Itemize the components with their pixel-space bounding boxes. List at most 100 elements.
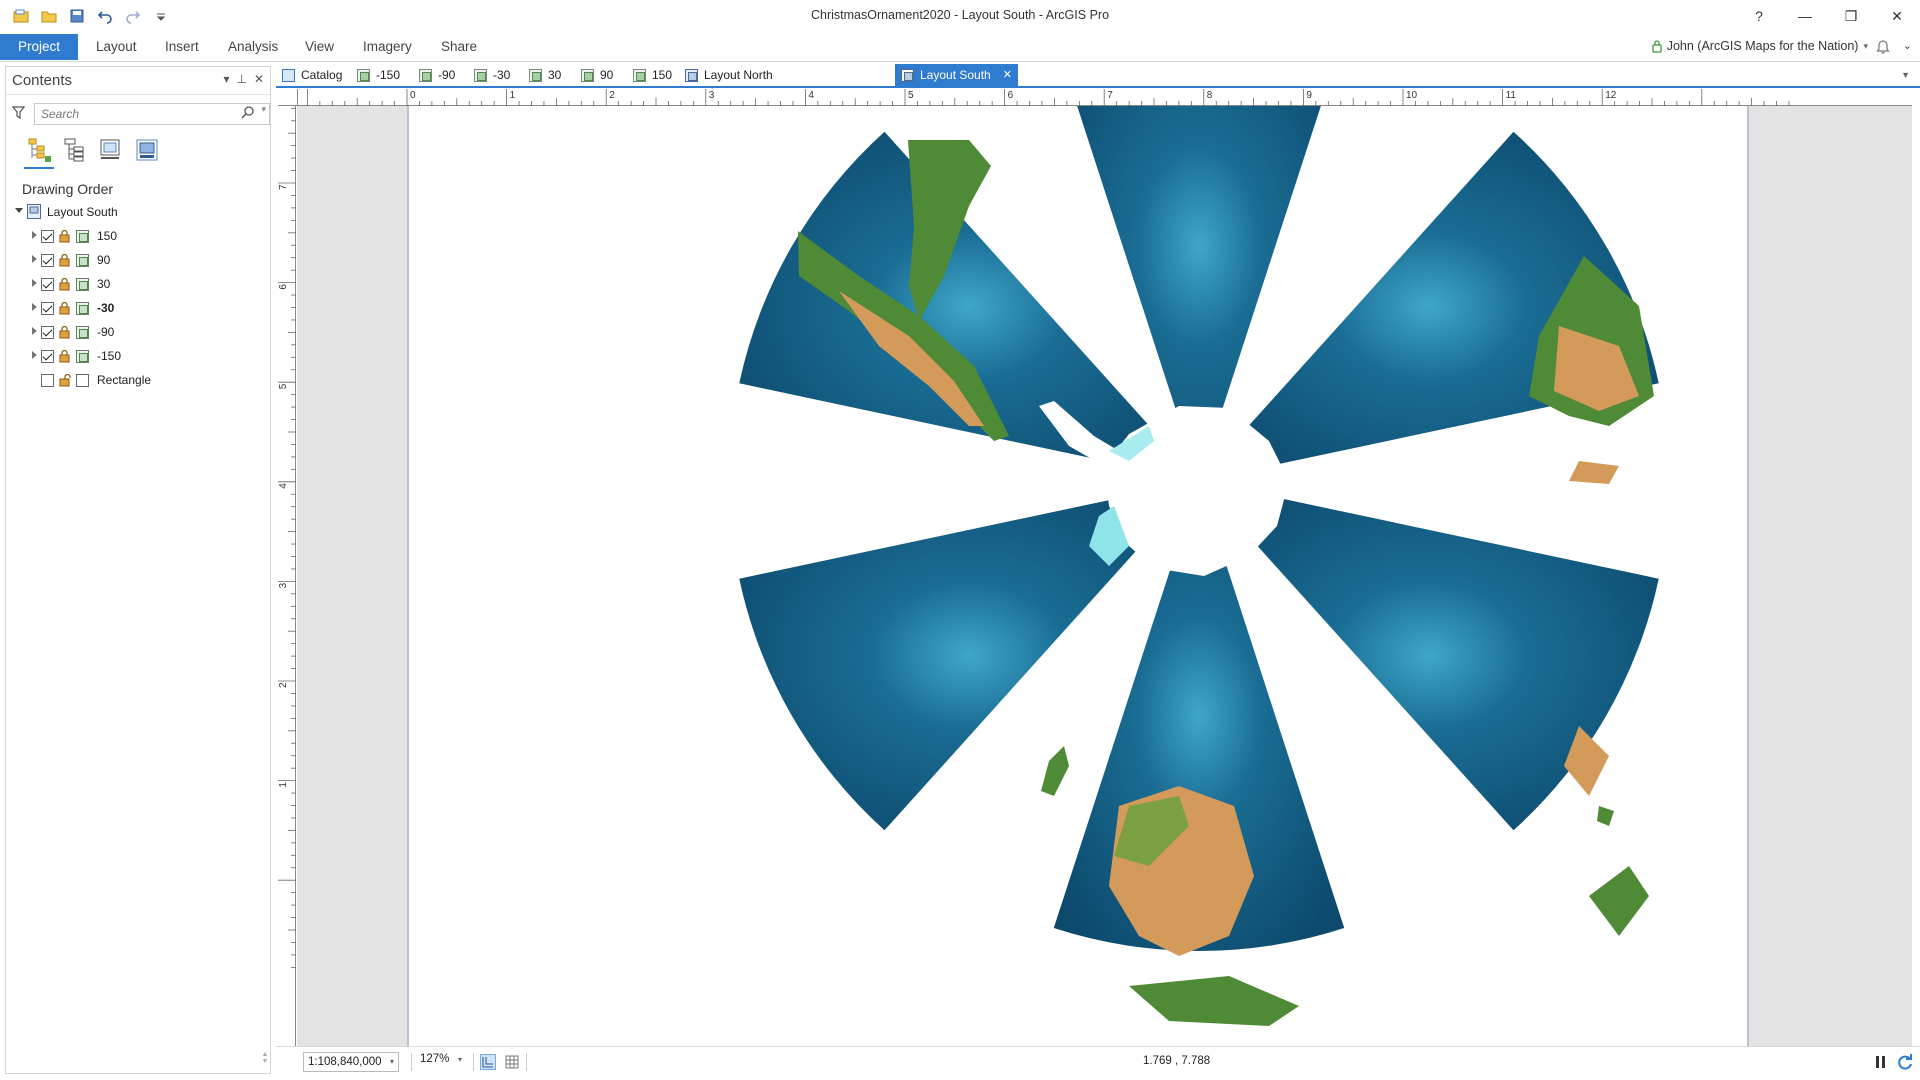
ribbon-collapse-icon[interactable]: ⌄ [1903,39,1912,52]
status-separator [473,1053,474,1071]
tabs-underline [276,86,1920,88]
scale-selector[interactable]: 1:108,840,000 ▾ [303,1052,399,1072]
layout-canvas[interactable] [297,106,1912,1046]
ruler-label: 3 [709,90,715,101]
tree-root-layout-south[interactable]: Layout South [6,199,270,225]
tree-item-minus-150[interactable]: -150 [6,345,270,369]
list-by-hierarchy-icon[interactable] [62,137,88,163]
expand-arrow-icon[interactable] [32,327,37,335]
expand-arrow-icon[interactable] [32,231,37,239]
visibility-checkbox[interactable] [41,230,54,243]
tab-layout-south[interactable]: Layout South ✕ [895,64,1018,86]
indonesia-land [1129,976,1299,1026]
ruler-label: 11 [1506,90,1517,101]
lock-icon[interactable] [59,229,70,243]
tab-map-minus-150[interactable]: -150 [351,64,406,86]
view-tabs: Catalog -150 -90 -30 30 90 150 Layout No… [276,64,1920,86]
search-input[interactable]: Search [34,103,270,125]
visibility-checkbox[interactable] [41,302,54,315]
ruler-label: 7 [278,184,289,190]
map-frame-icon [76,350,89,363]
tab-view[interactable]: View [295,34,344,60]
ruler-label: 0 [410,90,416,101]
tree-item-150[interactable]: 150 [6,225,270,249]
minimize-button[interactable]: — [1782,0,1828,32]
tree-item-label: 90 [97,253,111,267]
signed-in-icon [1652,40,1662,53]
tree-item-30[interactable]: 30 [6,273,270,297]
tree-item-90[interactable]: 90 [6,249,270,273]
tab-analysis[interactable]: Analysis [218,34,288,60]
visibility-checkbox[interactable] [41,374,54,387]
lock-icon[interactable] [59,349,70,363]
tree-item-rectangle[interactable]: Rectangle [6,369,270,393]
tab-label: Layout South [920,68,991,82]
tab-map-minus-90[interactable]: -90 [413,64,461,86]
expand-arrow-icon[interactable] [32,279,37,287]
vertical-ruler[interactable]: 7 6 5 4 3 2 1 [278,106,296,1046]
tab-map-30[interactable]: 30 [523,64,567,86]
expand-arrow-icon[interactable] [32,303,37,311]
tab-map-150[interactable]: 150 [627,64,678,86]
pin-icon[interactable]: ⊥ [236,72,246,86]
pane-menu-icon[interactable]: ▾ [223,72,229,86]
ruler-label: 4 [278,483,289,489]
tab-insert[interactable]: Insert [155,34,209,60]
expand-arrow-icon[interactable] [32,255,37,263]
visibility-checkbox[interactable] [41,326,54,339]
close-tab-icon[interactable]: ✕ [1003,64,1012,86]
list-by-drawing-order-icon[interactable] [24,137,54,169]
collapse-arrow-icon[interactable] [15,208,23,213]
pane-resize-grip-icon[interactable]: ▲ ▼ [260,1051,270,1073]
tree-item-minus-90[interactable]: -90 [6,321,270,345]
pause-drawing-icon[interactable] [1874,1055,1888,1074]
lock-icon[interactable] [59,325,70,339]
tab-project[interactable]: Project [0,34,78,60]
grid-toggle-icon[interactable] [504,1054,520,1070]
south-polar-ornament-map[interactable] [709,106,1709,1046]
zoom-caret-icon[interactable]: ▾ [458,1055,462,1064]
filter-icon[interactable] [11,106,26,125]
tab-imagery[interactable]: Imagery [353,34,422,60]
refresh-icon[interactable] [1896,1053,1914,1076]
tab-layout[interactable]: Layout [86,34,147,60]
visibility-checkbox[interactable] [41,254,54,267]
unlock-icon[interactable] [59,373,71,387]
status-bar: 1:108,840,000 ▾ 127% ▾ 1.769 , 7.788 [276,1046,1920,1076]
tab-map-minus-30[interactable]: -30 [468,64,516,86]
help-button[interactable]: ? [1736,0,1782,32]
snap-to-guides-icon[interactable] [480,1054,496,1070]
tabs-overflow-icon[interactable]: ▼ [1901,70,1910,80]
horizontal-ruler[interactable]: 0 1 2 3 4 5 6 7 8 9 10 11 12 [298,89,1912,106]
layout-icon [685,68,698,82]
map-frame-icon [76,254,89,267]
ruler-label: 1 [510,90,516,101]
ruler-label: 4 [808,90,814,101]
lock-icon[interactable] [59,253,70,267]
restore-button[interactable]: ❐ [1828,0,1874,32]
list-by-type-icon[interactable] [98,137,124,163]
tab-layout-north[interactable]: Layout North [679,64,779,86]
tab-map-90[interactable]: 90 [575,64,619,86]
lock-icon[interactable] [59,277,70,291]
layout-page[interactable] [407,106,1749,1046]
expand-arrow-icon[interactable] [32,351,37,359]
scale-caret-icon[interactable]: ▾ [390,1053,394,1071]
close-button[interactable]: ✕ [1874,0,1920,32]
tab-catalog[interactable]: Catalog [276,64,348,86]
pane-close-icon[interactable]: ✕ [254,72,264,86]
tab-share[interactable]: Share [431,34,487,60]
visibility-checkbox[interactable] [41,350,54,363]
user-account[interactable]: John (ArcGIS Maps for the Nation) ▾ [1652,39,1868,53]
ruler-label: 5 [278,383,289,389]
list-by-selection-icon[interactable] [134,137,160,163]
tree-item-label: -30 [97,301,115,315]
lock-icon[interactable] [59,301,70,315]
drawing-order-heading: Drawing Order [22,181,114,197]
visibility-checkbox[interactable] [41,278,54,291]
zoom-level[interactable]: 127% [420,1053,449,1065]
tree-item-minus-30[interactable]: -30 [6,297,270,321]
new-zealand-land [1041,746,1069,796]
notification-bell-icon[interactable] [1876,38,1890,59]
rectangle-element-icon [76,374,89,387]
